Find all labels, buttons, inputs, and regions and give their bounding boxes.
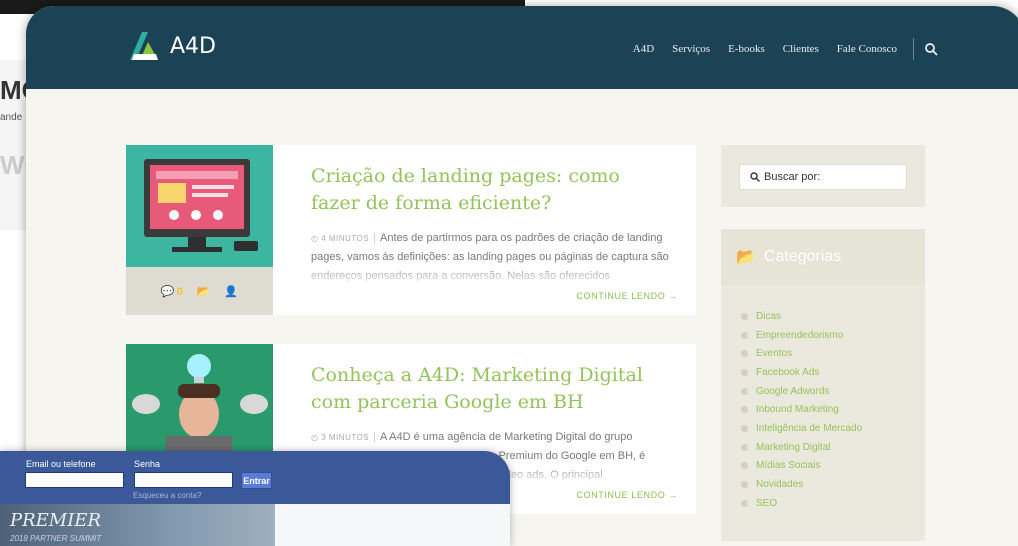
password-label: Senha — [134, 459, 161, 469]
article-title[interactable]: Criação de landing pages: como fazer de … — [311, 163, 671, 217]
article-thumbnail[interactable]: 💬 0 📂 👤 — [126, 145, 273, 315]
landing-page-illustration — [126, 145, 273, 267]
logo-mark-icon — [126, 28, 162, 64]
site-header: A4D A4D Serviços E-books Clientes Fale C… — [26, 6, 1018, 89]
category-item[interactable]: Empreendedorismo — [741, 326, 925, 345]
category-label: Marketing Digital — [756, 441, 831, 453]
search-placeholder: Buscar por: — [764, 171, 821, 183]
category-label: Inbound Marketing — [756, 404, 839, 416]
article-title[interactable]: Conheça a A4D: Marketing Digital com par… — [311, 362, 671, 416]
bullet-icon — [741, 481, 748, 489]
facebook-blank-area — [275, 504, 510, 546]
clock-icon: ◴ — [311, 234, 322, 243]
login-button[interactable]: Entrar — [241, 472, 272, 489]
comment-count: 0 — [176, 285, 183, 298]
category-label: Eventos — [756, 348, 793, 360]
continue-reading-link[interactable]: CONTINUE LENDO → — [576, 490, 678, 500]
folder-icon: 📂 — [736, 249, 756, 266]
categories-title: Categorias — [763, 248, 842, 265]
bullet-icon — [741, 499, 748, 507]
category-label: Google Adwords — [756, 385, 830, 397]
clock-icon: ◴ — [311, 433, 322, 442]
bullet-icon — [741, 312, 748, 320]
screenshot-stage: MO ande WO A4D A4D Serviços E-books Clie — [0, 0, 1018, 546]
email-field[interactable] — [25, 472, 124, 488]
meta-divider: | — [373, 232, 376, 244]
main-nav: A4D Serviços E-books Clientes Fale Conos… — [615, 38, 938, 60]
banner-subtitle: 2018 PARTNER SUMMIT — [10, 534, 102, 543]
nav-item-ebooks[interactable]: E-books — [728, 43, 765, 55]
sidebar-search-widget: Buscar por: — [721, 145, 925, 207]
sidebar-search-input[interactable]: Buscar por: — [739, 164, 907, 190]
forgot-account-link[interactable]: Esqueceu a conta? — [133, 491, 202, 500]
category-item[interactable]: Inteligência de Mercado — [741, 419, 925, 438]
article-body: Criação de landing pages: como fazer de … — [311, 163, 671, 286]
bullet-icon — [741, 406, 748, 414]
bullet-icon — [741, 387, 748, 395]
nav-item-clientes[interactable]: Clientes — [783, 43, 819, 55]
search-icon — [750, 172, 760, 182]
category-label: Mídias Sociais — [756, 460, 821, 472]
comment-icon[interactable]: 💬 0 — [161, 285, 183, 298]
categories-list: Dicas Empreendedorismo Eventos Facebook … — [721, 285, 925, 513]
banner-title: PREMIER — [10, 510, 102, 531]
password-field[interactable] — [134, 472, 233, 488]
nav-item-servicos[interactable]: Serviços — [672, 43, 710, 55]
facebook-content-area: PREMIER 2018 PARTNER SUMMIT — [0, 504, 510, 546]
categories-header: 📂 Categorias — [721, 229, 925, 285]
category-label: Novidades — [756, 479, 804, 491]
bullet-icon — [741, 350, 748, 358]
categories-widget: 📂 Categorias Dicas Empreendedorismo Even… — [721, 229, 925, 541]
category-item[interactable]: Google Adwords — [741, 382, 925, 401]
bullet-icon — [741, 331, 748, 339]
premier-summit-photo: PREMIER 2018 PARTNER SUMMIT — [0, 504, 275, 546]
article-excerpt: ◴ 4 MINUTOS | Antes de partirmos para os p… — [311, 229, 671, 286]
facebook-login-panel: Email ou telefone Senha Entrar Esqueceu … — [0, 451, 510, 546]
category-item[interactable]: Facebook Ads — [741, 363, 925, 382]
search-icon[interactable] — [924, 42, 938, 56]
nav-divider — [913, 38, 914, 60]
logo-text: A4D — [170, 33, 216, 59]
site-logo[interactable]: A4D — [126, 28, 216, 64]
nav-item-a4d[interactable]: A4D — [633, 43, 654, 55]
bullet-icon — [741, 424, 748, 432]
continue-reading-link[interactable]: CONTINUE LENDO → — [576, 291, 678, 301]
bullet-icon — [741, 462, 748, 470]
category-item[interactable]: Mídias Sociais — [741, 457, 925, 476]
facebook-login-bar: Email ou telefone Senha Entrar Esqueceu … — [0, 451, 510, 504]
category-label: Facebook Ads — [756, 366, 820, 378]
folder-icon[interactable]: 📂 — [197, 285, 211, 298]
bullet-icon — [741, 368, 748, 376]
meta-divider: | — [373, 431, 376, 443]
bullet-icon — [741, 443, 748, 451]
article-meta-bar: 💬 0 📂 👤 — [126, 267, 273, 315]
read-time: 3 MINUTOS — [321, 433, 370, 442]
article-card: 💬 0 📂 👤 Criação de landing pages: como fa… — [126, 145, 696, 315]
category-item[interactable]: Eventos — [741, 344, 925, 363]
lightbulb-man-photo — [126, 344, 273, 466]
category-label: Inteligência de Mercado — [756, 422, 863, 434]
email-label: Email ou telefone — [26, 459, 96, 469]
category-item[interactable]: SEO — [741, 494, 925, 513]
category-item[interactable]: Dicas — [741, 307, 925, 326]
nav-item-fale-conosco[interactable]: Fale Conosco — [837, 43, 897, 55]
category-item[interactable]: Inbound Marketing — [741, 400, 925, 419]
category-item[interactable]: Novidades — [741, 475, 925, 494]
category-label: SEO — [756, 497, 778, 509]
background-snippet: ande — [0, 112, 23, 123]
user-icon[interactable]: 👤 — [224, 285, 238, 298]
read-time: 4 MINUTOS — [321, 234, 370, 243]
category-item[interactable]: Marketing Digital — [741, 438, 925, 457]
category-label: Empreendedorismo — [756, 329, 844, 341]
category-label: Dicas — [756, 310, 782, 322]
